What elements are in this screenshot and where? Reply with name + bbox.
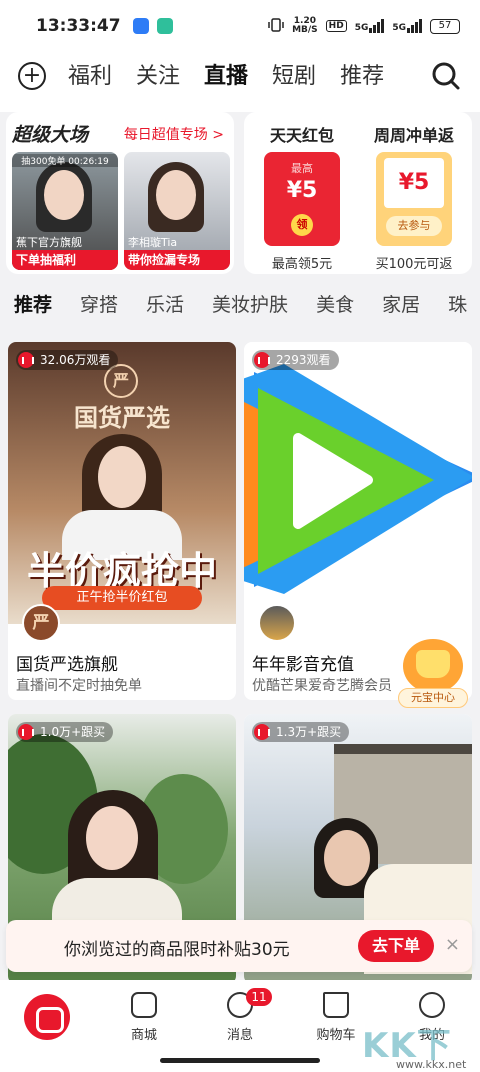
viewer-count: 1.0万+跟买 [16, 722, 114, 742]
video-play-logo-icon [244, 364, 472, 594]
home-indicator [160, 1058, 320, 1063]
top-nav: + 福利 关注 直播 短剧 推荐 [0, 52, 480, 112]
subsidy-banner: 你浏览过的商品限时补贴30元 去下单 × [6, 920, 472, 972]
red-packet-panel: 天天红包 最高 ¥5 领 最高领5元 周周冲单返 ¥5 去参与 买100元可返 [244, 112, 472, 274]
category-tab[interactable]: 美食 [302, 290, 368, 334]
live-indicator-icon [18, 352, 34, 368]
category-tab[interactable]: 家居 [368, 290, 434, 334]
tab-tuijian[interactable]: 推荐 [340, 58, 384, 90]
daily-deals-link[interactable]: 每日超值专场 > [124, 124, 224, 144]
status-time: 13:33:47 [36, 16, 121, 36]
live-thumb-banner: 带你捡漏专场 [124, 250, 230, 270]
live-thumb-host: 李相璇Tia [128, 236, 178, 249]
live-card-guohuo[interactable]: 严 国货严选 半价疯抢中 正午抢半价红包 32.06万观看 严 国货严选旗舰 直… [8, 342, 236, 700]
poster-brand: 国货严选 [74, 404, 170, 432]
order-now-button[interactable]: 去下单 [358, 930, 434, 962]
profile-face-icon [419, 992, 445, 1018]
live-indicator-icon [18, 724, 34, 740]
signal-5g-icon: 5G [355, 19, 385, 33]
live-thumb-banner: 下单抽福利 [12, 250, 118, 270]
red-envelope-icon: 最高 ¥5 领 [264, 152, 340, 246]
subsidy-text: 你浏览过的商品限时补贴30元 [64, 940, 290, 960]
live-indicator-icon [254, 352, 270, 368]
tab-zhibo[interactable]: 直播 [204, 58, 248, 90]
daily-red-packet[interactable]: 天天红包 最高 ¥5 领 最高领5元 [248, 122, 356, 272]
host-face [86, 806, 138, 870]
shop-subtitle: 直播间不定时抽免单 [16, 678, 142, 694]
weekly-rebate-title: 周周冲单返 [373, 126, 454, 145]
viewer-count: 1.3万+跟买 [252, 722, 350, 742]
host-face [156, 170, 196, 220]
daily-red-packet-title: 天天红包 [269, 126, 334, 145]
host-face [324, 830, 370, 886]
viewer-count: 2293观看 [252, 350, 339, 370]
live-cover: 2293观看 [244, 342, 472, 624]
yuanbao-label: 元宝中心 [398, 688, 468, 708]
host-face [98, 446, 146, 508]
super-live-title: 超级大场 [12, 124, 89, 146]
tab-duanju[interactable]: 短剧 [272, 58, 316, 90]
poster-sub: 正午抢半价红包 [42, 586, 202, 610]
gold-ingot-icon [416, 650, 450, 678]
viewer-count: 32.06万观看 [16, 350, 119, 370]
live-thumb-tag: 抽300免单 00:26:19 [12, 154, 118, 167]
plus-icon[interactable]: + [18, 62, 46, 90]
hd-icon: HD [325, 20, 347, 32]
nav-mall[interactable]: 商城 [114, 992, 174, 1043]
vibrate-icon [268, 17, 284, 35]
signal-5g-icon: 5G [392, 19, 422, 33]
shop-name: 国货严选旗舰 [16, 655, 118, 675]
app-notification-icon [132, 18, 149, 34]
kkx-watermark: KK下载 www.kkx.net [362, 1026, 467, 1071]
nav-cart[interactable]: 购物车 [306, 992, 366, 1043]
category-tab[interactable]: 推荐 [0, 290, 66, 334]
live-thumb-jiaoxia[interactable]: 抽300免单 00:26:19 蕉下官方旗舰 下单抽福利 [12, 152, 118, 270]
shop-avatar[interactable]: 严 [22, 604, 60, 642]
category-tabs: 推荐 穿搭 乐活 美妆护肤 美食 家居 珠 [0, 290, 480, 334]
live-home-icon[interactable] [24, 994, 70, 1040]
shop-name: 年年影音充值 [252, 655, 354, 675]
category-tab[interactable]: 美妆护肤 [198, 290, 302, 334]
app-notification-icon [156, 18, 173, 34]
close-icon[interactable]: × [445, 934, 460, 955]
live-thumb-lixiangxuan[interactable]: 李相璇Tia 带你捡漏专场 [124, 152, 230, 270]
super-live-panel: 超级大场 每日超值专场 > 抽300免单 00:26:19 蕉下官方旗舰 下单抽… [6, 112, 234, 274]
network-speed: 1.20 MB/S [292, 16, 318, 35]
status-bar: 13:33:47 1.20 MB/S HD 5G 5G 57 [0, 0, 480, 52]
live-thumb-host: 蕉下官方旗舰 [16, 236, 82, 249]
join-button[interactable]: 去参与 [386, 216, 442, 236]
weekly-rebate[interactable]: 周周冲单返 ¥5 去参与 买100元可返 [360, 122, 468, 272]
search-icon[interactable] [430, 60, 462, 92]
category-tab[interactable]: 穿搭 [66, 290, 132, 334]
shop-avatar[interactable] [258, 604, 296, 642]
top-tabs: 福利 关注 直播 短剧 推荐 [68, 58, 384, 90]
tab-guanzhu[interactable]: 关注 [136, 58, 180, 90]
tab-fuli[interactable]: 福利 [68, 58, 112, 90]
weekly-rebate-sub: 买100元可返 [375, 257, 453, 272]
live-cover: 严 国货严选 半价疯抢中 正午抢半价红包 32.06万观看 [8, 342, 236, 624]
cart-icon [323, 992, 349, 1018]
battery-icon: 57 [430, 18, 460, 34]
host-face [44, 170, 84, 220]
category-tab[interactable]: 珠 [434, 290, 480, 334]
yuanbao-center-button[interactable]: 元宝中心 [398, 636, 468, 708]
shop-subtitle: 优酷芒果爱奇艺腾会员 [252, 678, 392, 694]
shopping-bag-icon [131, 992, 157, 1018]
unread-badge: 11 [246, 988, 272, 1006]
live-indicator-icon [254, 724, 270, 740]
category-tab[interactable]: 乐活 [132, 290, 198, 334]
coupon-envelope-icon: ¥5 去参与 [376, 152, 452, 246]
daily-red-packet-sub: 最高领5元 [271, 257, 333, 272]
